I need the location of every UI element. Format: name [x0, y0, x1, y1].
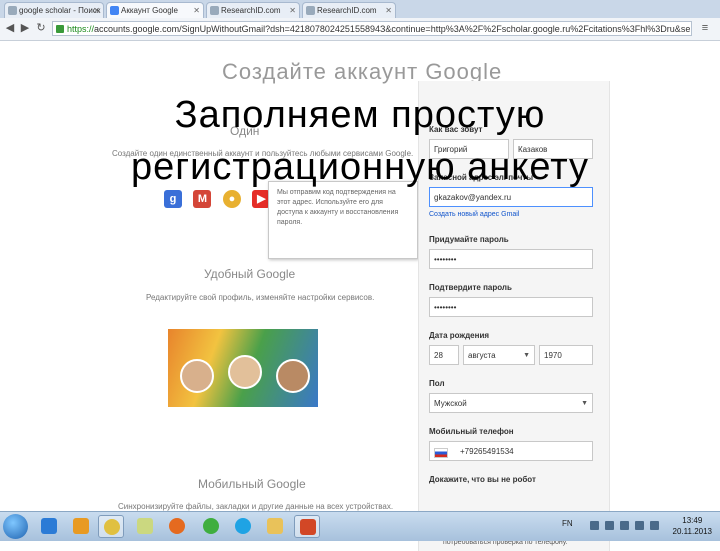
- address-toolbar: ◀ ▶ ↻ https://accounts.google.com/SignUp…: [0, 18, 720, 41]
- avatar: [180, 359, 214, 393]
- birth-month-select[interactable]: августа ▼: [463, 345, 535, 365]
- notepad-icon[interactable]: [132, 515, 158, 538]
- page-content: Создайте аккаунт Google Один Создайте од…: [0, 41, 720, 551]
- powerpoint-icon[interactable]: [294, 515, 320, 538]
- gender-select[interactable]: Мужской ▼: [429, 393, 593, 413]
- gender-label: Пол: [429, 379, 445, 388]
- section-mobile-desc: Синхронизируйте файлы, закладки и другие…: [118, 502, 394, 511]
- robot-label: Докажите, что вы не робот: [429, 475, 536, 484]
- section-mobile-title: Мобильный Google: [198, 477, 306, 491]
- tab-researcherid-2[interactable]: ResearchID.com ✕: [302, 2, 396, 18]
- tab-google-account[interactable]: Аккаунт Google ✕: [106, 2, 204, 18]
- language-indicator[interactable]: FN: [562, 519, 573, 528]
- close-tab-icon[interactable]: ✕: [385, 3, 392, 18]
- network-icon[interactable]: [605, 521, 614, 530]
- skype-icon[interactable]: [230, 515, 256, 538]
- favicon-icon: [110, 6, 119, 15]
- tab-google-scholar[interactable]: google scholar - Поиск в ✕: [4, 2, 104, 18]
- explorer-icon[interactable]: [262, 515, 288, 538]
- tab-researcherid-1[interactable]: ResearchID.com ✕: [206, 2, 300, 18]
- ie-icon[interactable]: [36, 515, 62, 538]
- firefox-icon[interactable]: [164, 515, 190, 538]
- create-gmail-link[interactable]: Создать новый адрес Gmail: [429, 211, 519, 218]
- icq-icon[interactable]: [198, 515, 224, 538]
- back-icon[interactable]: ◀: [3, 21, 17, 35]
- profile-photos-image: [168, 329, 318, 407]
- battery-icon[interactable]: [650, 521, 659, 530]
- chevron-down-icon: ▼: [581, 400, 588, 407]
- flag-icon[interactable]: [620, 521, 629, 530]
- slide-title: Заполняем простую регистрационную анкету: [130, 94, 590, 188]
- section-convenient-title: Удобный Google: [204, 267, 296, 281]
- browser-tab-bar: google scholar - Поиск в ✕ Аккаунт Googl…: [0, 0, 720, 19]
- phone-input[interactable]: +79265491534: [429, 441, 593, 461]
- volume-icon[interactable]: [635, 521, 644, 530]
- password-input[interactable]: ••••••••: [429, 249, 593, 269]
- clock[interactable]: 13:49 20.11.2013: [673, 515, 712, 537]
- birth-day-input[interactable]: 28: [429, 345, 459, 365]
- chrome-taskbar-icon[interactable]: [98, 515, 124, 538]
- close-tab-icon[interactable]: ✕: [193, 3, 200, 18]
- phone-label: Мобильный телефон: [429, 427, 514, 436]
- favicon-icon: [306, 6, 315, 15]
- menu-icon[interactable]: ≡: [698, 21, 712, 35]
- password-label: Придумайте пароль: [429, 235, 509, 244]
- lock-icon: [56, 25, 64, 33]
- avatar: [228, 355, 262, 389]
- section-convenient-desc: Редактируйте свой профиль, изменяйте нас…: [146, 293, 375, 302]
- close-tab-icon[interactable]: ✕: [93, 3, 100, 18]
- forward-icon[interactable]: ▶: [18, 21, 32, 35]
- confirm-password-input[interactable]: ••••••••: [429, 297, 593, 317]
- favicon-icon: [210, 6, 219, 15]
- url-field[interactable]: https://accounts.google.com/SignUpWithou…: [52, 21, 692, 36]
- favicon-icon: [8, 6, 17, 15]
- help-icon[interactable]: [590, 521, 599, 530]
- avatar: [276, 359, 310, 393]
- birth-year-input[interactable]: 1970: [539, 345, 593, 365]
- taskbar: FN 13:49 20.11.2013: [0, 511, 720, 541]
- reload-icon[interactable]: ↻: [34, 21, 48, 35]
- chevron-down-icon: ▼: [523, 352, 530, 359]
- close-tab-icon[interactable]: ✕: [289, 3, 296, 18]
- russia-flag-icon: [434, 448, 448, 458]
- birth-date-label: Дата рождения: [429, 331, 490, 340]
- confirm-password-label: Подтвердите пароль: [429, 283, 512, 292]
- media-player-icon[interactable]: [68, 515, 94, 538]
- start-button[interactable]: [3, 514, 28, 539]
